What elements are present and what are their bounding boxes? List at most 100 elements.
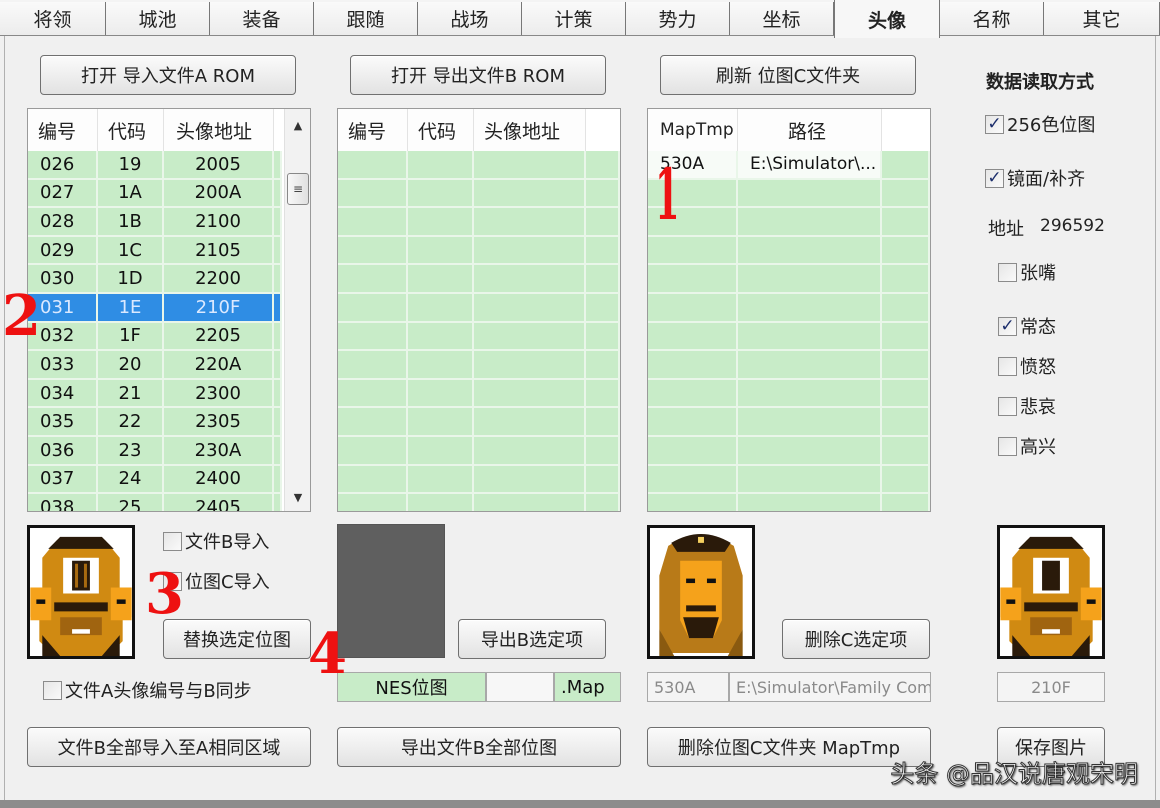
cell-empty [408,236,474,266]
table-row-empty[interactable] [338,408,620,437]
import-bitmap-c-checkbox[interactable]: ✓ 位图C导入 [163,568,270,594]
scroll-thumb[interactable]: ≡ [287,173,309,205]
table-row-empty[interactable] [648,293,930,323]
cell-empty [338,465,408,495]
table-row[interactable]: 028 1B 2100 [28,208,282,237]
refresh-bitmap-c-button[interactable]: 刷新 位图C文件夹 [660,55,916,95]
bitmap-format-field[interactable]: NES位图 [337,672,486,702]
table-row[interactable]: 030 1D 2200 [28,265,282,294]
table-row[interactable]: 032 1F 2205 [28,322,282,352]
expression-happy-checkbox[interactable]: 高兴 [998,433,1056,459]
table-row[interactable]: 035 22 2305 [28,408,282,437]
column-header-id[interactable]: 编号 [338,109,408,151]
table-row-empty[interactable] [648,379,930,409]
table-row-empty[interactable] [338,208,620,237]
table-row-empty[interactable] [338,379,620,409]
tab-follow[interactable]: 跟随 [314,2,418,35]
table-row[interactable]: 026 19 2005 [28,151,282,180]
tab-cities[interactable]: 城池 [106,2,210,35]
table-row[interactable]: 037 24 2400 [28,465,282,495]
table-row-empty[interactable] [648,322,930,352]
file-extension-field[interactable]: .Map [554,672,621,702]
cell-empty [338,265,408,294]
table-row-empty[interactable] [648,408,930,437]
table-row-empty[interactable] [338,322,620,352]
tab-portrait[interactable]: 头像 [834,0,940,38]
open-rom-a-button[interactable]: 打开 导入文件A ROM [40,55,296,95]
table-row-empty[interactable] [648,236,930,266]
export-all-b-bitmaps-button[interactable]: 导出文件B全部位图 [337,727,621,767]
scroll-up-icon[interactable]: ▲ [285,115,310,135]
column-header-path[interactable]: 路径 [738,109,882,151]
table-row-empty[interactable] [648,208,930,237]
column-header-maptmp[interactable]: MapTmp [648,109,738,151]
expression-open-mouth-checkbox[interactable]: 张嘴 [998,259,1056,285]
cell-code: 1B [98,208,164,237]
import-all-b-to-a-button[interactable]: 文件B全部导入至A相同区域 [27,727,311,767]
tab-forces[interactable]: 势力 [626,2,730,35]
preview-address-field[interactable]: 210F [997,672,1105,702]
bitmap256-checkbox[interactable]: ✓ 256色位图 [985,111,1095,137]
column-header-code[interactable]: 代码 [408,109,474,151]
table-row-empty[interactable] [338,293,620,323]
export-b-selected-button[interactable]: 导出B选定项 [458,619,606,659]
tab-names[interactable]: 名称 [940,2,1044,35]
open-rom-b-button[interactable]: 打开 导出文件B ROM [350,55,606,95]
table-row[interactable]: 038 25 2405 [28,494,282,511]
table-row[interactable]: 027 1A 200A [28,179,282,209]
table-row[interactable]: 034 21 2300 [28,379,282,409]
maptmp-path-field[interactable]: E:\Simulator\Family Com [729,672,931,702]
mirror-checkbox[interactable]: ✓ 镜面/补齐 [985,165,1085,191]
cell-path: E:\Simulator\... [738,151,882,180]
cell-id: 034 [28,379,98,409]
tab-equipment[interactable]: 装备 [210,2,314,35]
replace-selected-bitmap-button[interactable]: 替换选定位图 [163,619,311,659]
table-row-empty[interactable] [338,236,620,266]
tab-strategy[interactable]: 计策 [522,2,626,35]
table-row-empty[interactable] [338,436,620,466]
import-file-b-checkbox[interactable]: 文件B导入 [163,528,269,554]
list-bitmap-c[interactable]: MapTmp 路径 530A E:\Simulator\... [647,108,931,512]
expression-angry-checkbox[interactable]: 愤怒 [998,353,1056,379]
table-row-empty[interactable] [338,265,620,294]
delete-c-selected-button[interactable]: 删除C选定项 [782,619,930,659]
table-row[interactable]: 029 1C 2105 [28,236,282,266]
table-row-empty[interactable] [648,465,930,495]
list-file-a[interactable]: 编号 代码 头像地址 026 19 2005 027 1A 200A 028 1B 2100 02… [27,108,311,512]
table-row[interactable]: 036 23 230A [28,436,282,466]
table-row-empty[interactable] [648,351,930,380]
cell-id: 028 [28,208,98,237]
tab-coordinates[interactable]: 坐标 [730,2,834,35]
column-header-address[interactable]: 头像地址 [474,109,586,151]
maptmp-code-field[interactable]: 530A [647,672,729,702]
table-row-empty[interactable] [338,465,620,495]
cell-empty [882,465,930,495]
column-header-address[interactable]: 头像地址 [164,109,274,151]
list-file-b[interactable]: 编号 代码 头像地址 [337,108,621,512]
expression-sad-checkbox[interactable]: 悲哀 [998,393,1056,419]
table-row-empty[interactable] [338,351,620,380]
table-row[interactable]: 530A E:\Simulator\... [648,151,930,180]
column-header-id[interactable]: 编号 [28,109,98,151]
scroll-down-icon[interactable]: ▼ [285,487,310,507]
table-row-empty[interactable] [338,494,620,511]
tab-battlefield[interactable]: 战场 [418,2,522,35]
table-row-empty[interactable] [648,436,930,466]
tab-generals[interactable]: 将领 [0,2,106,35]
column-header-code[interactable]: 代码 [98,109,164,151]
table-row-empty[interactable] [338,151,620,180]
checkbox-label: 常态 [1020,317,1056,338]
table-row[interactable]: 033 20 220A [28,351,282,380]
table-row-empty[interactable] [338,179,620,209]
expression-normal-checkbox[interactable]: ✓ 常态 [998,313,1056,339]
bitmap-format-middle-field[interactable] [486,672,554,702]
table-row-empty[interactable] [648,179,930,209]
table-row[interactable]: 031 1E 210F [28,293,282,323]
sync-portrait-id-checkbox[interactable]: 文件A头像编号与B同步 [43,677,252,703]
table-row-empty[interactable] [648,494,930,511]
delete-maptmp-folder-button[interactable]: 删除位图C文件夹 MapTmp [647,727,931,767]
tab-other[interactable]: 其它 [1044,2,1160,35]
list-a-scrollbar[interactable]: ▲ ≡ ▼ [284,109,310,511]
cell-empty [738,465,882,495]
table-row-empty[interactable] [648,265,930,294]
